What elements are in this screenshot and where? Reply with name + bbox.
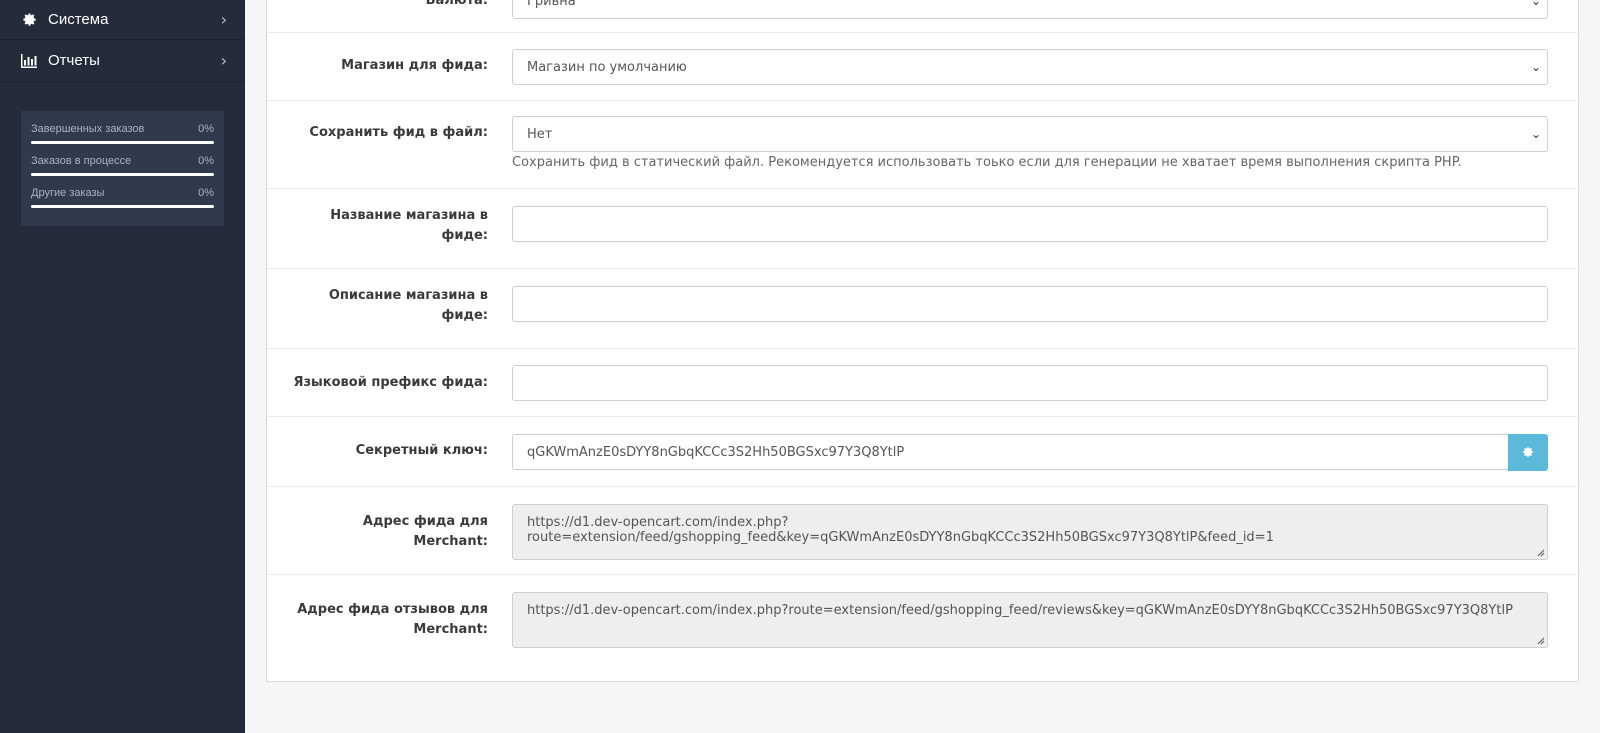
resize-handle-icon[interactable] [1537, 549, 1545, 557]
stat-progress-bar [31, 205, 214, 208]
form-row-store-description: Описание магазина в фиде: [267, 269, 1580, 349]
form-row-language-prefix: Языковой префикс фида: [267, 349, 1580, 417]
label-line: фиде: [441, 228, 488, 243]
stat-other-orders: Другие заказы 0% [31, 187, 214, 208]
form-row-feed-url: Адрес фида для Merchant: https://d1.dev-… [267, 487, 1580, 575]
field-label: Валюта: [425, 0, 488, 8]
chevron-down-icon: ⌄ [1530, 0, 1541, 8]
resize-handle-icon[interactable] [1537, 637, 1545, 645]
label-line: Адрес фида для [362, 514, 488, 529]
secret-key-input[interactable]: qGKWmAnzE0sDYY8nGbqKCCc3S2Hh50BGSxc97Y3Q… [512, 434, 1512, 470]
feed-settings-panel: Валюта: Гривна ⌄ Магазин для фида: Магаз… [266, 0, 1580, 682]
field-label: Описание магазина в фиде: [288, 286, 488, 326]
form-row-secret-key: Секретный ключ: qGKWmAnzE0sDYY8nGbqKCCc3… [267, 417, 1580, 487]
select-value: Гривна [527, 0, 576, 9]
feed-url-textarea[interactable]: https://d1.dev-opencart.com/index.php?ro… [512, 504, 1548, 560]
sidebar-item-system[interactable]: Система › [0, 0, 245, 40]
stat-value: 0% [198, 123, 214, 135]
form-row-currency: Валюта: Гривна ⌄ [267, 0, 1580, 33]
label-line: фиде: [441, 308, 488, 323]
form-row-reviews-url: Адрес фида отзывов для Merchant: https:/… [267, 575, 1580, 665]
stat-progress-bar [31, 173, 214, 176]
stat-completed-orders: Завершенных заказов 0% [31, 123, 214, 144]
store-name-input[interactable] [512, 206, 1548, 242]
sidebar-item-label: Отчеты [48, 52, 100, 69]
stat-value: 0% [198, 187, 214, 199]
field-label: Магазин для фида: [341, 58, 488, 73]
help-text: Сохранить фид в статический файл. Рекоме… [512, 155, 1462, 170]
chevron-right-icon: › [220, 51, 227, 70]
sidebar-item-label: Система [48, 11, 109, 28]
field-label: Языковой префикс фида: [293, 375, 488, 390]
stat-processing-orders: Заказов в процессе 0% [31, 155, 214, 176]
gear-icon [20, 11, 38, 29]
language-prefix-input[interactable] [512, 365, 1548, 401]
chevron-down-icon: ⌄ [1530, 60, 1541, 74]
sidebar-item-reports[interactable]: Отчеты › [0, 40, 245, 82]
store-select[interactable]: Магазин по умолчанию ⌄ [512, 49, 1548, 85]
field-label: Секретный ключ: [355, 443, 488, 458]
chevron-down-icon: ⌄ [1530, 127, 1541, 141]
label-line: Merchant: [413, 622, 488, 637]
textarea-value: https://d1.dev-opencart.com/index.php?ro… [527, 603, 1513, 618]
stat-value: 0% [198, 155, 214, 167]
generate-key-button[interactable] [1508, 434, 1548, 471]
stat-label: Другие заказы [31, 187, 105, 199]
order-stats: Завершенных заказов 0% Заказов в процессе… [21, 111, 224, 226]
select-value: Нет [527, 126, 553, 142]
textarea-value: https://d1.dev-opencart.com/index.php?ro… [527, 515, 1274, 545]
form-row-store: Магазин для фида: Магазин по умолчанию ⌄ [267, 33, 1580, 101]
field-label: Сохранить фид в файл: [309, 125, 488, 140]
label-line: Название магазина в [330, 208, 488, 223]
gear-icon [1522, 443, 1534, 462]
chevron-right-icon: › [220, 10, 227, 29]
select-value: Магазин по умолчанию [527, 59, 687, 75]
currency-select[interactable]: Гривна ⌄ [512, 0, 1548, 19]
label-line: Адрес фида отзывов для [297, 602, 488, 617]
stat-progress-bar [31, 141, 214, 144]
bar-chart-icon [20, 52, 38, 70]
field-label: Название магазина в фиде: [288, 206, 488, 246]
form-row-save-file: Сохранить фид в файл: Нет ⌄ Сохранить фи… [267, 101, 1580, 189]
store-description-input[interactable] [512, 286, 1548, 322]
save-file-select[interactable]: Нет ⌄ [512, 116, 1548, 152]
form-row-store-name: Название магазина в фиде: [267, 189, 1580, 269]
label-line: Merchant: [413, 534, 488, 549]
sidebar: Система › Отчеты › Завершенных заказов 0%… [0, 0, 245, 733]
field-label: Адрес фида для Merchant: [288, 512, 488, 552]
field-label: Адрес фида отзывов для Merchant: [288, 600, 488, 640]
input-value: qGKWmAnzE0sDYY8nGbqKCCc3S2Hh50BGSxc97Y3Q… [527, 444, 905, 460]
stat-label: Заказов в процессе [31, 155, 132, 167]
stat-label: Завершенных заказов [31, 123, 145, 135]
reviews-url-textarea[interactable]: https://d1.dev-opencart.com/index.php?ro… [512, 592, 1548, 648]
label-line: Описание магазина в [328, 288, 488, 303]
